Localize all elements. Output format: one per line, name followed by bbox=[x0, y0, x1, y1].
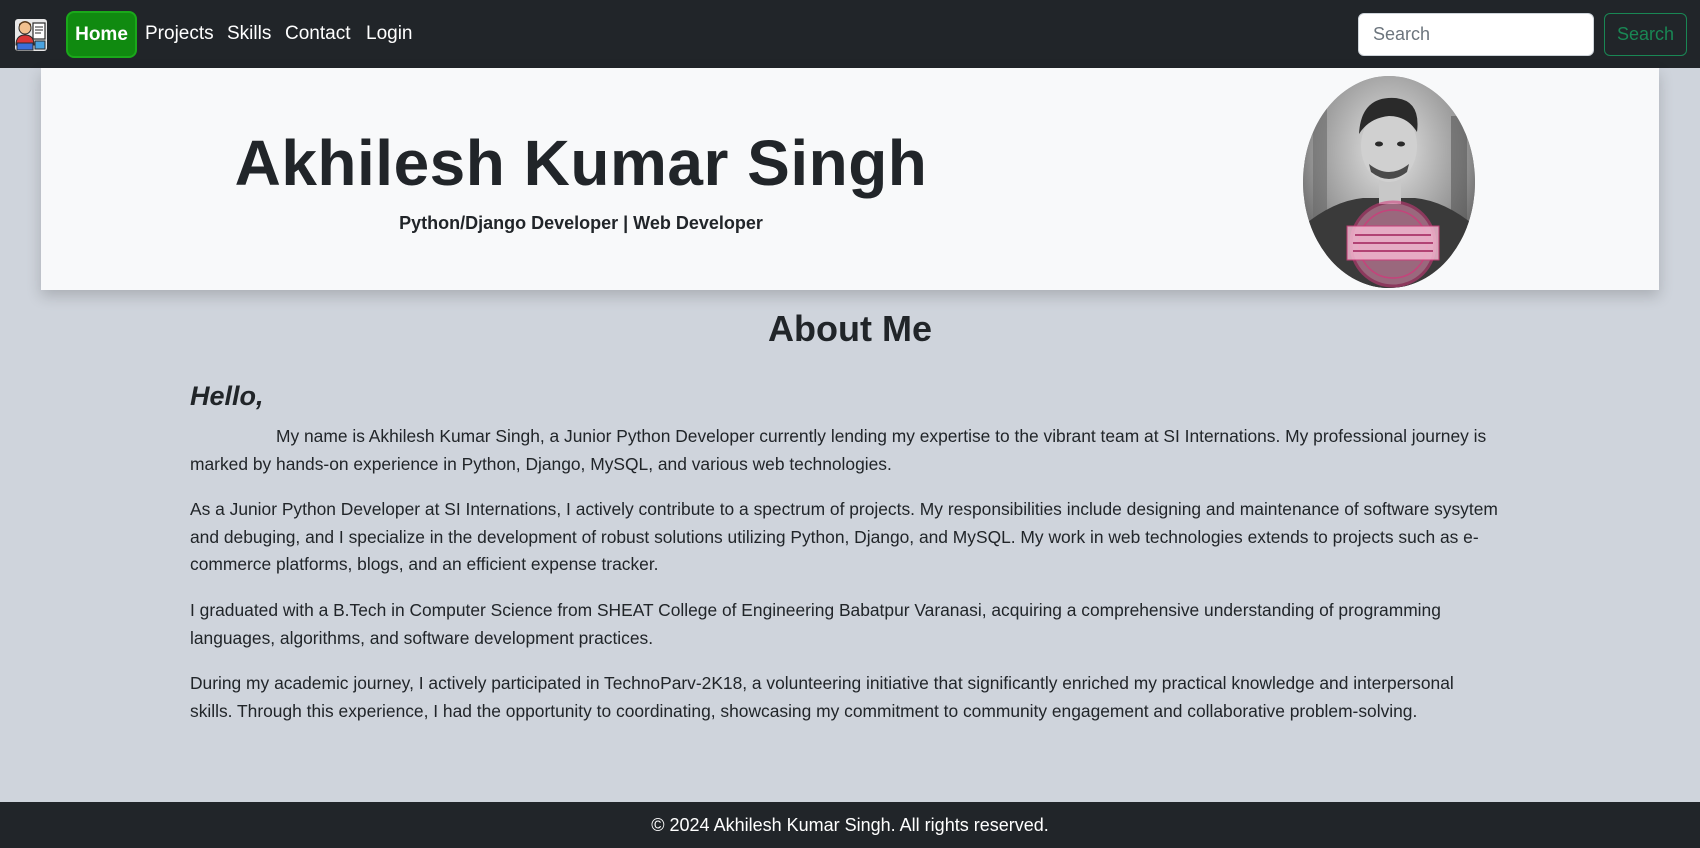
navbar: Home Projects Skills Contact Login Searc… bbox=[0, 0, 1700, 68]
about-paragraph: During my academic journey, I actively p… bbox=[190, 673, 1454, 721]
greeting-heading: Hello, bbox=[190, 381, 264, 411]
developer-avatar-icon[interactable] bbox=[13, 17, 49, 53]
about-paragraph: As a Junior Python Developer at SI Inter… bbox=[190, 499, 1498, 574]
profile-photo bbox=[1303, 76, 1475, 288]
nav-projects-link[interactable]: Projects bbox=[145, 18, 214, 50]
hero-name: Akhilesh Kumar Singh bbox=[234, 127, 928, 199]
nav-login-link[interactable]: Login bbox=[366, 18, 413, 50]
footer: © 2024 Akhilesh Kumar Singh. All rights … bbox=[0, 802, 1700, 848]
search-button[interactable]: Search bbox=[1604, 13, 1687, 56]
nav-contact-link[interactable]: Contact bbox=[285, 18, 350, 50]
nav-home-link[interactable]: Home bbox=[66, 11, 137, 58]
about-paragraph: I graduated with a B.Tech in Computer Sc… bbox=[190, 600, 1441, 648]
footer-copyright: © 2024 Akhilesh Kumar Singh. All rights … bbox=[651, 815, 1049, 835]
search-input[interactable]: Search bbox=[1358, 13, 1594, 56]
about-title: About Me bbox=[768, 308, 932, 349]
nav-skills-link[interactable]: Skills bbox=[227, 18, 271, 50]
about-paragraph: My name is Akhilesh Kumar Singh, a Junio… bbox=[190, 426, 1487, 474]
hero-subtitle: Python/Django Developer | Web Developer bbox=[399, 213, 763, 233]
hero-banner: Akhilesh Kumar Singh Python/Django Devel… bbox=[41, 68, 1659, 290]
